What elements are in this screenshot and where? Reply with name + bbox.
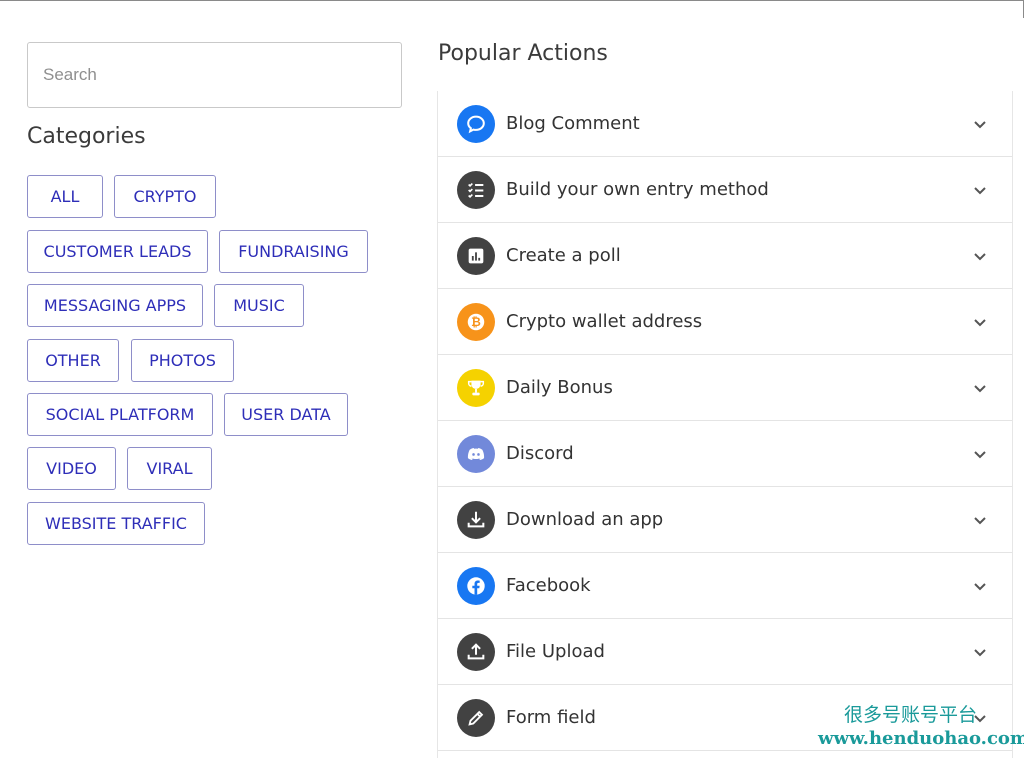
svg-text:₿: ₿ [471,315,481,329]
category-chip-viral[interactable]: VIRAL [127,447,212,490]
action-label: Blog Comment [506,113,640,134]
action-label: Crypto wallet address [506,311,703,332]
search-input[interactable] [27,42,402,108]
action-label: Build your own entry method [506,179,769,200]
facebook-icon [457,567,495,605]
category-chip-all[interactable]: ALL [27,175,103,218]
watermark-url: www.henduohao.com [818,728,1024,749]
action-label: Discord [506,443,574,464]
chevron-down-icon[interactable] [972,248,988,264]
chevron-down-icon[interactable] [972,644,988,660]
action-row-create-poll[interactable]: Create a poll [438,223,1012,289]
popular-actions-list: Blog Comment Build your own entry method… [437,91,1013,758]
categories-heading: Categories [27,124,146,149]
category-chip-social-platform[interactable]: SOCIAL PLATFORM [27,393,213,436]
action-label: Form field [506,707,596,728]
category-chip-fundraising[interactable]: FUNDRAISING [219,230,368,273]
action-label: File Upload [506,641,605,662]
category-chip-website-traffic[interactable]: WEBSITE TRAFFIC [27,502,205,545]
action-label: Download an app [506,509,664,530]
action-row-crypto-wallet[interactable]: ₿ Crypto wallet address [438,289,1012,355]
action-row-facebook[interactable]: Facebook [438,553,1012,619]
chevron-down-icon[interactable] [972,380,988,396]
discord-icon [457,435,495,473]
category-chip-photos[interactable]: PHOTOS [131,339,234,382]
action-row-download-app[interactable]: Download an app [438,487,1012,553]
chat-bubble-icon [457,105,495,143]
chevron-down-icon[interactable] [972,578,988,594]
checklist-icon [457,171,495,209]
chevron-down-icon[interactable] [972,314,988,330]
action-row-file-upload[interactable]: File Upload [438,619,1012,685]
pencil-icon [457,699,495,737]
upload-icon [457,633,495,671]
poll-chart-icon [457,237,495,275]
popular-actions-heading: Popular Actions [438,41,608,66]
category-chip-customer-leads[interactable]: CUSTOMER LEADS [27,230,208,273]
category-chip-video[interactable]: VIDEO [27,447,116,490]
action-label: Facebook [506,575,591,596]
top-border [0,0,1024,1]
trophy-icon [457,369,495,407]
category-chip-other[interactable]: OTHER [27,339,119,382]
download-icon [457,501,495,539]
chevron-down-icon[interactable] [972,512,988,528]
watermark-text: 很多号账号平台 [844,704,978,726]
action-row-discord[interactable]: Discord [438,421,1012,487]
chevron-down-icon[interactable] [972,182,988,198]
category-chip-crypto[interactable]: CRYPTO [114,175,216,218]
action-row-build-entry-method[interactable]: Build your own entry method [438,157,1012,223]
action-label: Create a poll [506,245,621,266]
category-chip-user-data[interactable]: USER DATA [224,393,348,436]
action-row-daily-bonus[interactable]: Daily Bonus [438,355,1012,421]
action-row-blog-comment[interactable]: Blog Comment [438,91,1012,157]
bitcoin-icon: ₿ [457,303,495,341]
chevron-down-icon[interactable] [972,446,988,462]
action-label: Daily Bonus [506,377,613,398]
category-chip-music[interactable]: MUSIC [214,284,304,327]
category-chip-messaging-apps[interactable]: MESSAGING APPS [27,284,203,327]
chevron-down-icon[interactable] [972,116,988,132]
